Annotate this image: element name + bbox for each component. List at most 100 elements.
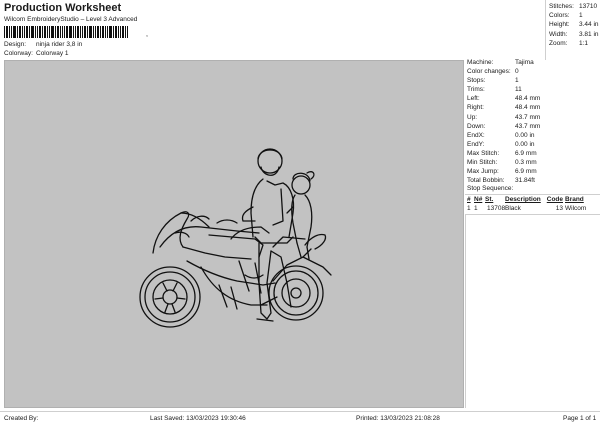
stat-label: Colors: bbox=[549, 12, 570, 20]
barcode-bar bbox=[31, 26, 34, 38]
info-label: Machine: bbox=[467, 59, 494, 66]
info-row: Right: 48.4 mm bbox=[465, 103, 600, 112]
barcode-bar bbox=[89, 26, 92, 38]
stop-sequence-title: Stop Sequence: bbox=[467, 185, 514, 192]
barcode-bar bbox=[51, 26, 54, 38]
info-row: Max Jump: 6.9 mm bbox=[465, 167, 600, 176]
info-label: Max Jump: bbox=[467, 168, 499, 176]
stop-sequence-table: # N# St. Description Code Brand 1 1 1370… bbox=[465, 194, 600, 213]
motorcycle-riders-artwork bbox=[139, 148, 332, 328]
barcode-bar bbox=[4, 26, 5, 38]
colorway-row: Colorway: Colorway 1 bbox=[4, 50, 69, 57]
info-row: Total Bobbin: 31.84ft bbox=[465, 176, 600, 185]
barcode-bar bbox=[109, 26, 112, 38]
barcode-bar bbox=[118, 26, 119, 38]
info-row: Down: 43.7 mm bbox=[465, 122, 600, 131]
stat-label: Zoom: bbox=[549, 39, 568, 47]
info-value: 0.00 in bbox=[515, 140, 535, 148]
software-subtitle: Wilcom EmbroideryStudio – Level 3 Advanc… bbox=[4, 16, 138, 23]
barcode-bar bbox=[73, 26, 74, 38]
barcode-bar bbox=[125, 26, 126, 38]
stat-row: Stitches: 13710 bbox=[549, 2, 600, 11]
front-wheel bbox=[268, 265, 324, 321]
barcode-bar bbox=[100, 26, 101, 38]
barcode-bar bbox=[82, 26, 83, 38]
info-row: Stops: 1 bbox=[465, 76, 600, 85]
barcode-bar bbox=[97, 26, 99, 38]
info-label: Stops: bbox=[467, 77, 486, 85]
info-label: Max Stitch: bbox=[467, 149, 500, 157]
barcode-bar bbox=[17, 26, 18, 38]
stitch-count: 13708 bbox=[487, 205, 506, 212]
column-header: # bbox=[467, 196, 471, 203]
barcode-bar bbox=[105, 26, 106, 38]
motorcycle-body bbox=[152, 211, 332, 310]
child-rider bbox=[286, 171, 315, 260]
barcode-bar bbox=[6, 26, 8, 38]
design-label: Design: bbox=[4, 41, 27, 48]
barcode-bar bbox=[84, 26, 86, 38]
page-title: Production Worksheet bbox=[4, 2, 122, 14]
thread-description: Black bbox=[505, 205, 521, 212]
info-row: EndX: 0.00 in bbox=[465, 131, 600, 140]
worksheet-footer: Created By: Last Saved: 13/03/2023 19:30… bbox=[0, 411, 600, 424]
info-value: 43.7 mm bbox=[515, 122, 541, 130]
barcode-bar bbox=[29, 26, 30, 38]
info-value: 6.9 mm bbox=[515, 168, 537, 176]
adult-rider bbox=[241, 148, 295, 322]
info-value: 48.4 mm bbox=[515, 95, 541, 103]
created-by: Created By: bbox=[4, 415, 39, 422]
barcode-bar bbox=[93, 26, 94, 38]
barcode-bar bbox=[39, 26, 41, 38]
thread-code: 13 bbox=[555, 205, 563, 212]
info-label: Total Bobbin: bbox=[467, 177, 505, 185]
barcode-bar bbox=[13, 26, 16, 38]
colorway-value: Colorway 1 bbox=[36, 50, 69, 57]
rear-wheel bbox=[139, 266, 201, 328]
info-label: EndY: bbox=[467, 140, 485, 148]
barcode-bar bbox=[66, 26, 68, 38]
info-value: 6.9 mm bbox=[515, 149, 537, 157]
info-value: 43.7 mm bbox=[515, 113, 541, 121]
info-label: Left: bbox=[467, 95, 480, 103]
barcode-bar bbox=[77, 26, 79, 38]
stat-value: 13710 bbox=[579, 3, 598, 10]
info-label: Trims: bbox=[467, 86, 485, 94]
info-value: 1 bbox=[515, 77, 519, 85]
barcode-bar bbox=[107, 26, 108, 38]
info-row: Left: 48.4 mm bbox=[465, 94, 600, 103]
info-value: 11 bbox=[515, 86, 522, 94]
column-header: St. bbox=[485, 196, 494, 203]
barcode-bar bbox=[35, 26, 36, 38]
barcode-bar bbox=[115, 26, 117, 38]
barcode-bar bbox=[49, 26, 50, 38]
design-barcode bbox=[4, 26, 144, 38]
barcode-bar bbox=[95, 26, 96, 38]
info-value: 48.4 mm bbox=[515, 104, 541, 112]
barcode-bar bbox=[120, 26, 121, 38]
barcode-bar bbox=[60, 26, 61, 38]
info-label: Color changes: bbox=[467, 68, 511, 76]
barcode-bar bbox=[102, 26, 104, 38]
stat-value: 3.81 in bbox=[579, 30, 599, 38]
barcode-bar bbox=[75, 26, 76, 38]
stat-value: 1:1 bbox=[579, 39, 589, 47]
table-row: 1 1 13708 Black 13 Wilcom bbox=[465, 204, 600, 213]
info-row: Trims: 11 bbox=[465, 85, 600, 94]
barcode-bar bbox=[37, 26, 38, 38]
barcode-bar bbox=[47, 26, 48, 38]
barcode-bar bbox=[22, 26, 23, 38]
colorway-label: Colorway: bbox=[4, 50, 33, 57]
barcode-bar bbox=[42, 26, 43, 38]
barcode-bar bbox=[19, 26, 21, 38]
design-row: Design: ninja rider 3,8 in bbox=[4, 41, 82, 48]
design-stats: Stitches: 13710 Colors: 1 Height: 3.44 in W… bbox=[545, 0, 600, 60]
info-label: Right: bbox=[467, 104, 484, 112]
barcode-bar bbox=[64, 26, 65, 38]
barcode-bar bbox=[122, 26, 124, 38]
column-header: N# bbox=[474, 196, 483, 203]
barcode-bar bbox=[87, 26, 88, 38]
barcode-bar bbox=[44, 26, 46, 38]
barcode-bar bbox=[80, 26, 81, 38]
info-row: EndY: 0.00 in bbox=[465, 140, 600, 149]
